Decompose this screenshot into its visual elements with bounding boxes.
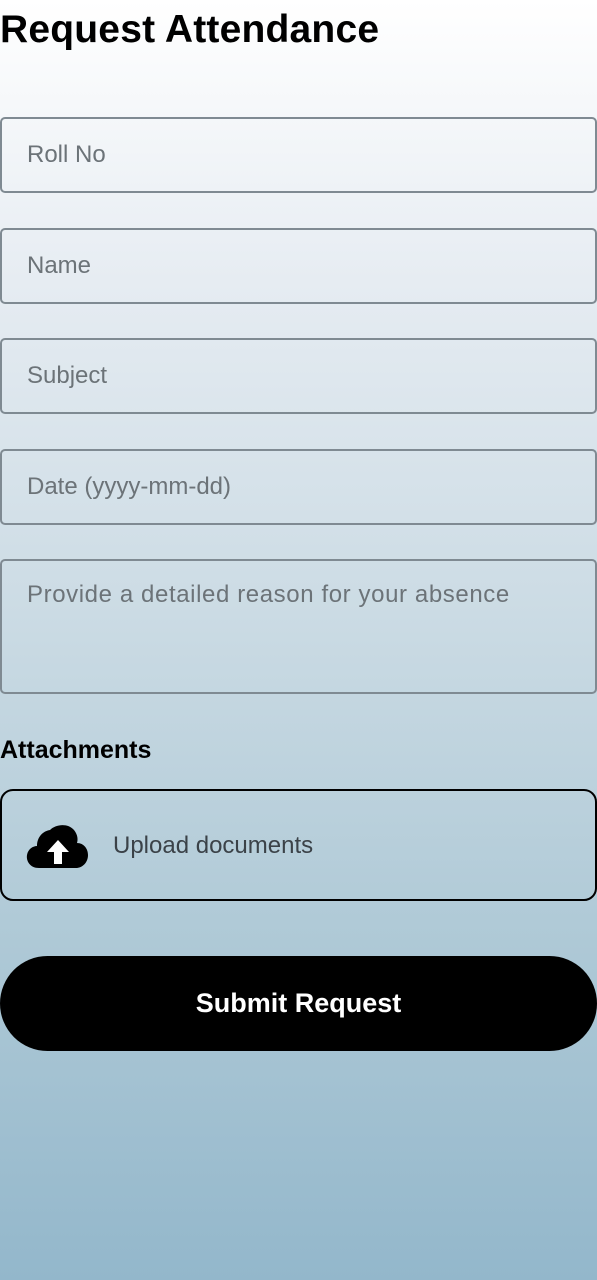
cloud-upload-icon (26, 825, 89, 868)
upload-documents-button[interactable]: Upload documents (0, 789, 597, 901)
page-title: Request Attendance (0, 8, 380, 51)
submit-request-button[interactable]: Submit Request (0, 956, 597, 1051)
roll-no-input[interactable] (0, 117, 597, 193)
upload-documents-label: Upload documents (113, 832, 314, 859)
date-input[interactable] (0, 449, 597, 525)
reason-textarea[interactable] (0, 559, 597, 694)
subject-input[interactable] (0, 338, 597, 414)
name-input[interactable] (0, 228, 597, 304)
attachments-label: Attachments (0, 736, 152, 764)
